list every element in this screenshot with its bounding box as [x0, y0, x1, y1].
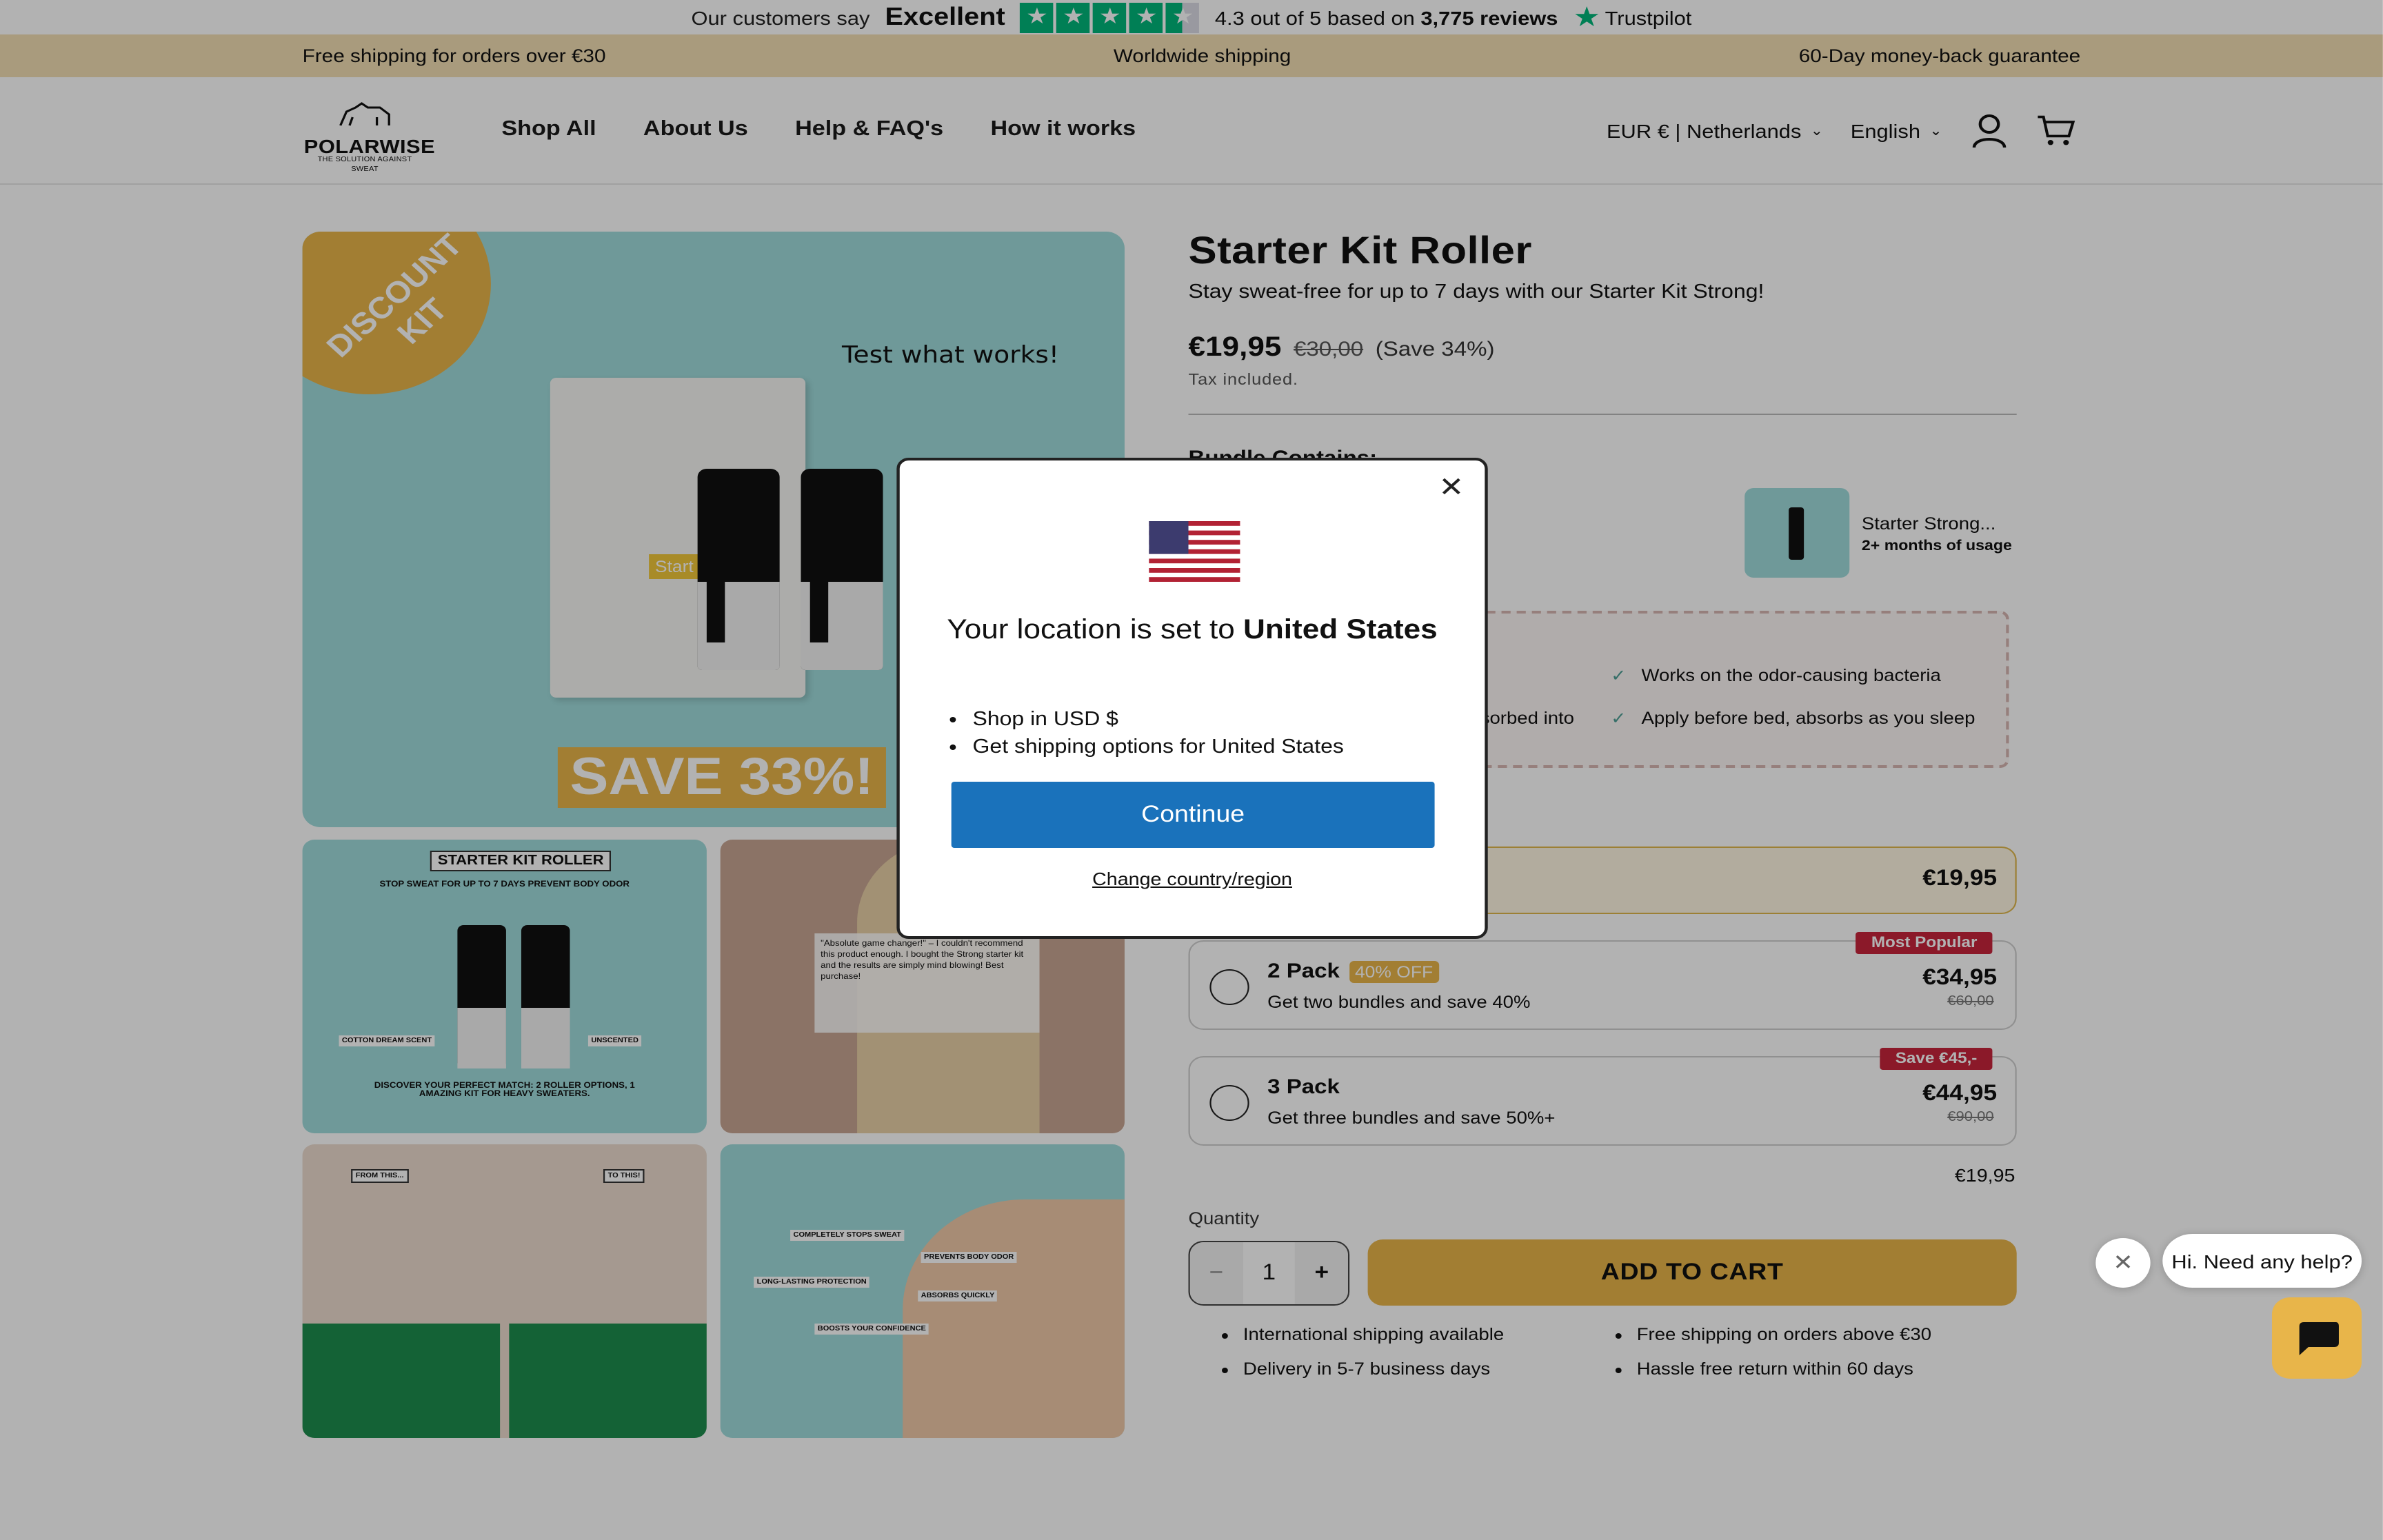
modal-title: Your location is set to United States — [945, 612, 1439, 648]
modal-list-item: Get shipping options for United States — [973, 733, 1344, 761]
chat-close-button[interactable]: ✕ — [2095, 1238, 2151, 1288]
chat-icon — [2298, 1321, 2338, 1355]
close-icon[interactable]: ✕ — [1436, 474, 1467, 502]
modal-title-country: United States — [1243, 615, 1438, 645]
chat-bubble[interactable]: Hi. Need any help? — [2162, 1234, 2362, 1288]
chat-launcher-button[interactable] — [2271, 1297, 2362, 1379]
location-modal: ✕ Your location is set to United States … — [896, 458, 1488, 939]
change-country-link[interactable]: Change country/region — [900, 869, 1485, 889]
continue-button[interactable]: Continue — [951, 782, 1435, 848]
us-flag-icon — [1149, 521, 1240, 582]
modal-list-item: Shop in USD $ — [973, 706, 1344, 733]
modal-title-prefix: Your location is set to — [947, 615, 1235, 645]
modal-list: Shop in USD $ Get shipping options for U… — [973, 706, 1344, 761]
